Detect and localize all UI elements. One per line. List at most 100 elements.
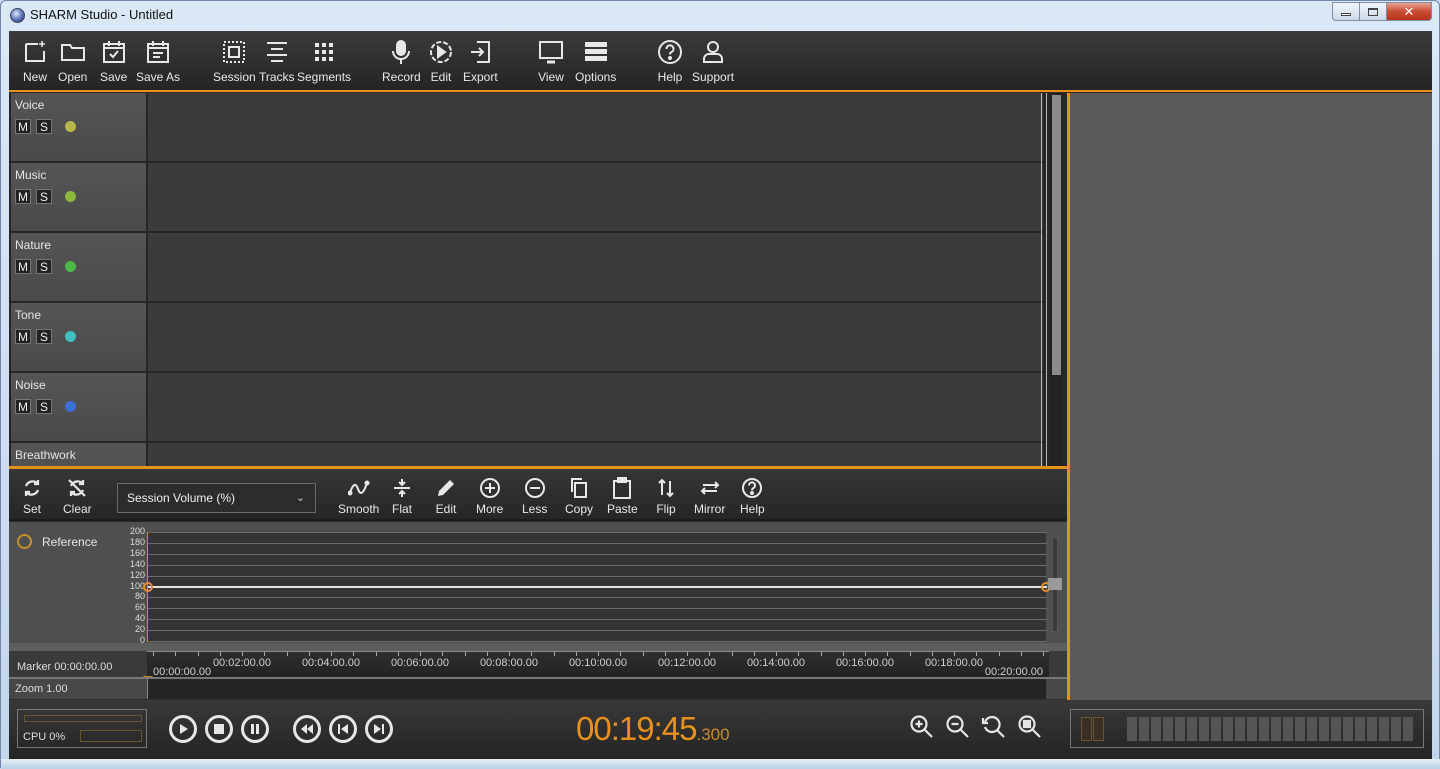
track-noise: Noise M S [9,373,1049,441]
save-as-button[interactable]: Save As [136,39,180,84]
solo-button[interactable]: S [36,119,52,134]
support-button[interactable]: Support [692,39,734,84]
zoom-lane[interactable] [147,679,1046,699]
track-color-dot[interactable] [65,401,76,412]
envelope-graph[interactable] [143,532,1051,642]
track-lane[interactable] [148,373,1043,441]
clear-button[interactable]: Clear [63,477,92,516]
ruler-tick [464,652,466,656]
zoom-fit-button[interactable] [1017,714,1043,740]
zoom-out-button[interactable] [945,714,971,740]
help-button[interactable]: Help [657,39,683,84]
smooth-button[interactable]: Smooth [338,477,379,516]
mirror-label: Mirror [694,502,726,516]
track-scrollbar[interactable] [1050,93,1062,466]
track-header[interactable]: Music M S [11,163,146,231]
envelope-start-point[interactable] [143,581,153,592]
export-button[interactable]: Export [463,39,498,84]
play-button[interactable] [169,715,197,743]
ruler-tick [486,652,488,656]
envelope-line[interactable] [148,585,1047,588]
paste-button[interactable]: Paste [607,477,638,516]
gridline [148,564,1047,566]
close-icon: ✕ [1403,3,1415,19]
skip-forward-button[interactable] [365,715,393,743]
plus-circle-icon [479,478,500,498]
track-lane[interactable] [148,163,1043,231]
save-label: Save [100,70,128,84]
ruler-tick [620,652,622,656]
ruler-tick [353,652,355,656]
solo-button[interactable]: S [36,329,52,344]
track-header[interactable]: Breathwork [11,443,146,466]
mute-button[interactable]: M [15,259,31,274]
open-button[interactable]: Open [58,39,87,84]
track-lane[interactable] [148,443,1043,466]
y-tick-label: 140 [129,558,145,569]
edit-envelope-button[interactable]: Edit [435,477,457,516]
pause-button[interactable] [241,715,269,743]
options-button[interactable]: Options [575,39,616,84]
more-button[interactable]: More [476,477,503,516]
flip-button[interactable]: Flip [655,477,677,516]
track-header[interactable]: Voice M S [11,93,146,161]
track-color-dot[interactable] [65,121,76,132]
zoom-reset-button[interactable] [981,714,1007,740]
ruler-tick [909,652,911,656]
meter-cell [1199,717,1209,741]
less-button[interactable]: Less [522,477,547,516]
track-header[interactable]: Tone M S [11,303,146,371]
copy-button[interactable]: Copy [565,477,593,516]
mirror-button[interactable]: Mirror [694,477,725,516]
solo-button[interactable]: S [36,259,52,274]
set-button[interactable]: Set [21,477,43,516]
track-color-dot[interactable] [65,261,76,272]
gridline [148,542,1047,544]
slider-thumb[interactable] [1048,578,1062,590]
new-label: New [22,70,47,84]
time-ruler[interactable]: 00:00:00.00 00:02:00.00 00:04:00.00 00:06:0… [147,651,1049,678]
envelope-parameter-select[interactable]: Session Volume (%) ⌄ [117,483,316,513]
ruler-tick [709,652,711,656]
minimize-button[interactable] [1332,2,1360,21]
mute-button[interactable]: M [15,329,31,344]
track-header[interactable]: Nature M S [11,233,146,301]
mute-button[interactable]: M [15,399,31,414]
mute-button[interactable]: M [15,119,31,134]
envelope-help-button[interactable]: Help [740,477,765,516]
new-button[interactable]: New [22,39,48,84]
tracks-button[interactable]: Tracks [259,39,295,84]
edit-envelope-label: Edit [435,502,457,516]
track-header[interactable]: Noise M S [11,373,146,441]
zoom-in-button[interactable] [909,714,935,740]
help-icon [658,40,682,64]
maximize-button[interactable] [1359,2,1387,21]
track-lane[interactable] [148,233,1043,301]
reference-toggle[interactable]: Reference [17,534,97,549]
flat-icon [394,479,410,497]
track-lane[interactable] [148,93,1043,161]
track-color-dot[interactable] [65,331,76,342]
gridline [148,532,1047,533]
session-button[interactable]: Session [213,39,256,84]
save-button[interactable]: Save [100,39,127,84]
edit-button[interactable]: Edit [428,39,454,84]
scrollbar-thumb[interactable] [1052,95,1061,375]
solo-button[interactable]: S [36,399,52,414]
stop-button[interactable] [205,715,233,743]
mute-button[interactable]: M [15,189,31,204]
solo-button[interactable]: S [36,189,52,204]
track-lane[interactable] [148,303,1043,371]
record-button[interactable]: Record [382,39,421,84]
skip-back-button[interactable] [329,715,357,743]
close-button[interactable]: ✕ [1386,2,1432,21]
view-button[interactable]: View [538,39,564,84]
segments-button[interactable]: Segments [297,39,351,84]
zoom-in-icon [910,715,933,738]
zoom-fit-icon [1018,715,1041,738]
track-color-dot[interactable] [65,191,76,202]
app-logo-icon [10,8,25,23]
rewind-button[interactable] [293,715,321,743]
refresh-icon [24,480,40,496]
flat-button[interactable]: Flat [391,477,413,516]
